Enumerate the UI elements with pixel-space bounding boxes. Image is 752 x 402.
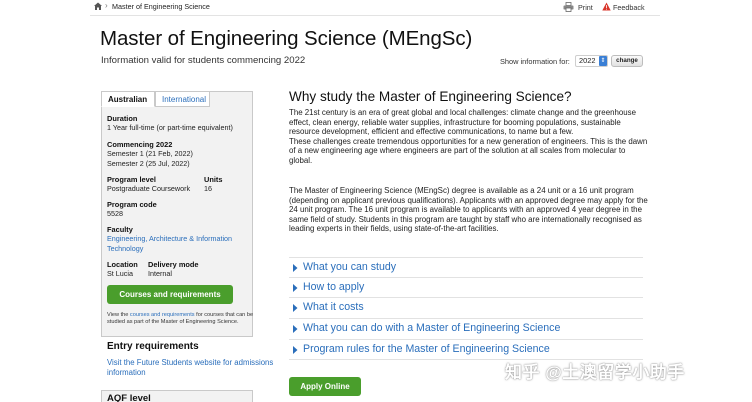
entry-requirements-heading: Entry requirements — [107, 341, 199, 352]
apply-online-button[interactable]: Apply Online — [289, 377, 361, 396]
location-value: St Lucia — [107, 269, 133, 278]
chevron-right-icon — [293, 264, 298, 272]
units-label: Units — [204, 175, 223, 184]
accordion-label: What you can study — [303, 261, 397, 273]
units-value: 16 — [204, 184, 212, 193]
year-select-value: 2022 — [579, 56, 596, 65]
home-icon[interactable] — [93, 1, 103, 11]
duration-label: Duration — [107, 114, 138, 123]
commencing-semester-2: Semester 2 (25 Jul, 2022) — [107, 158, 190, 168]
accordion-what-you-can-study[interactable]: What you can study — [289, 257, 643, 277]
chevron-right-icon — [293, 346, 298, 354]
breadcrumb-current[interactable]: Master of Engineering Science — [112, 2, 210, 11]
page-title: Master of Engineering Science (MEngSc) — [100, 27, 473, 50]
breadcrumb-separator-icon: › — [105, 1, 108, 10]
program-level-label: Program level — [107, 175, 156, 184]
accordion-label: How to apply — [303, 281, 365, 293]
intro-paragraph: The 21st century is an era of great glob… — [289, 108, 649, 166]
duration-value: 1 Year full-time (or part-time equivalen… — [107, 123, 233, 132]
page-subtitle: Information valid for students commencin… — [101, 55, 306, 66]
accordion-how-to-apply[interactable]: How to apply — [289, 277, 643, 297]
intro-paragraph-part-1: The 21st century is an era of great glob… — [289, 108, 636, 137]
program-code-label: Program code — [107, 200, 157, 209]
select-arrows-icon: ⇕ — [599, 56, 607, 66]
aqf-level-heading: AQF level — [107, 393, 151, 402]
top-divider — [90, 15, 660, 16]
courses-note: View the courses and requirements for co… — [107, 312, 257, 326]
chevron-right-icon — [293, 284, 298, 292]
courses-and-requirements-button[interactable]: Courses and requirements — [107, 285, 233, 304]
chevron-right-icon — [293, 325, 298, 333]
commencing-semester-1: Semester 1 (21 Feb, 2022) — [107, 149, 193, 158]
top-bar: › Master of Engineering Science Print Fe… — [0, 0, 752, 14]
change-button[interactable]: change — [611, 55, 643, 67]
program-code-value: 5528 — [107, 209, 123, 218]
intro-paragraph-part-2: These challenges create tremendous oppor… — [289, 136, 648, 165]
commencing-label: Commencing 2022 — [107, 140, 173, 149]
feedback-link[interactable]: Feedback — [613, 3, 645, 12]
accordion-label: Program rules for the Master of Engineer… — [303, 343, 550, 355]
show-info-label: Show information for: — [500, 57, 570, 66]
delivery-mode-value: Internal — [148, 269, 172, 278]
watermark: 知乎 @土澳留学小助手 — [505, 363, 685, 382]
courses-note-link[interactable]: courses and requirements — [130, 312, 195, 318]
print-icon[interactable] — [563, 2, 574, 12]
faculty-label: Faculty — [107, 225, 133, 234]
chevron-right-icon — [293, 304, 298, 312]
feedback-warning-icon[interactable] — [602, 2, 611, 11]
accordion-label: What it costs — [303, 301, 364, 313]
accordion-program-rules[interactable]: Program rules for the Master of Engineer… — [289, 339, 643, 359]
accordion-label: What you can do with a Master of Enginee… — [303, 322, 561, 334]
location-label: Location — [107, 260, 138, 269]
tab-australian[interactable]: Australian — [101, 91, 155, 107]
degree-paragraph: The Master of Engineering Science (MEngS… — [289, 186, 648, 234]
delivery-mode-label: Delivery mode — [148, 260, 199, 269]
program-level-value: Postgraduate Coursework — [107, 184, 191, 193]
year-select[interactable]: 2022 ⇕ — [575, 55, 608, 67]
why-study-heading: Why study the Master of Engineering Scie… — [289, 89, 572, 104]
accordion-what-it-costs[interactable]: What it costs — [289, 297, 643, 317]
courses-note-prefix: View the — [107, 312, 130, 318]
print-link[interactable]: Print — [578, 3, 593, 12]
faculty-link[interactable]: Engineering, Architecture & Information … — [107, 234, 247, 253]
accordion-career-outcomes[interactable]: What you can do with a Master of Enginee… — [289, 318, 643, 338]
future-students-link[interactable]: Visit the Future Students website for ad… — [107, 358, 277, 377]
tab-international[interactable]: International — [155, 91, 210, 107]
